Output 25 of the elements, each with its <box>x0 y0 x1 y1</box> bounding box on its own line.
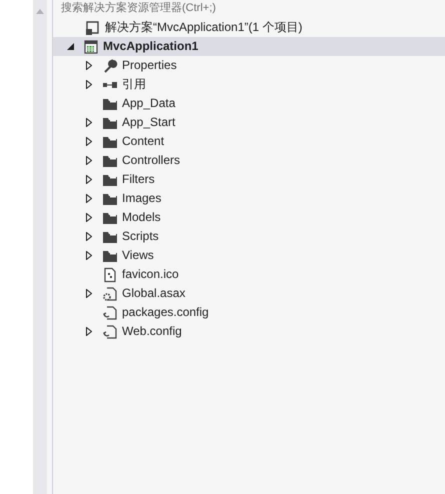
gear-file-icon <box>102 286 118 302</box>
tree-item-label[interactable]: Controllers <box>122 151 180 170</box>
config-file-icon <box>102 324 118 340</box>
tree-item-label[interactable]: App_Data <box>122 94 176 113</box>
tree-item-label[interactable]: Content <box>122 132 164 151</box>
tree-item-label[interactable]: Properties <box>122 56 177 75</box>
tree-item-label[interactable]: Images <box>122 189 162 208</box>
tree-item-label[interactable]: Filters <box>122 170 155 189</box>
config-file-icon <box>102 304 118 320</box>
project-icon <box>83 38 99 54</box>
tree-item-label[interactable]: favicon.ico <box>122 265 179 284</box>
solution-icon <box>85 20 101 36</box>
tree-item-label[interactable]: Views <box>122 246 154 265</box>
tree-item-label[interactable]: Global.asax <box>122 284 186 303</box>
tree-item-label[interactable]: 引用 <box>122 75 146 94</box>
tree-item-label[interactable]: App_Start <box>122 113 176 132</box>
tree-item-label[interactable]: Models <box>122 208 161 227</box>
scroll-up-icon[interactable] <box>36 9 44 14</box>
tree-row[interactable]: MvcApplication1 <box>53 37 445 56</box>
tree-item-label[interactable]: Scripts <box>122 227 159 246</box>
tree-item-label[interactable]: Web.config <box>122 322 182 341</box>
tree-item-label[interactable]: packages.config <box>122 303 209 322</box>
tree-item-label[interactable]: 解决方案“MvcApplication1”(1 个项目) <box>105 18 302 37</box>
tree-item-label[interactable]: MvcApplication1 <box>103 37 198 56</box>
file-icon <box>102 266 118 282</box>
